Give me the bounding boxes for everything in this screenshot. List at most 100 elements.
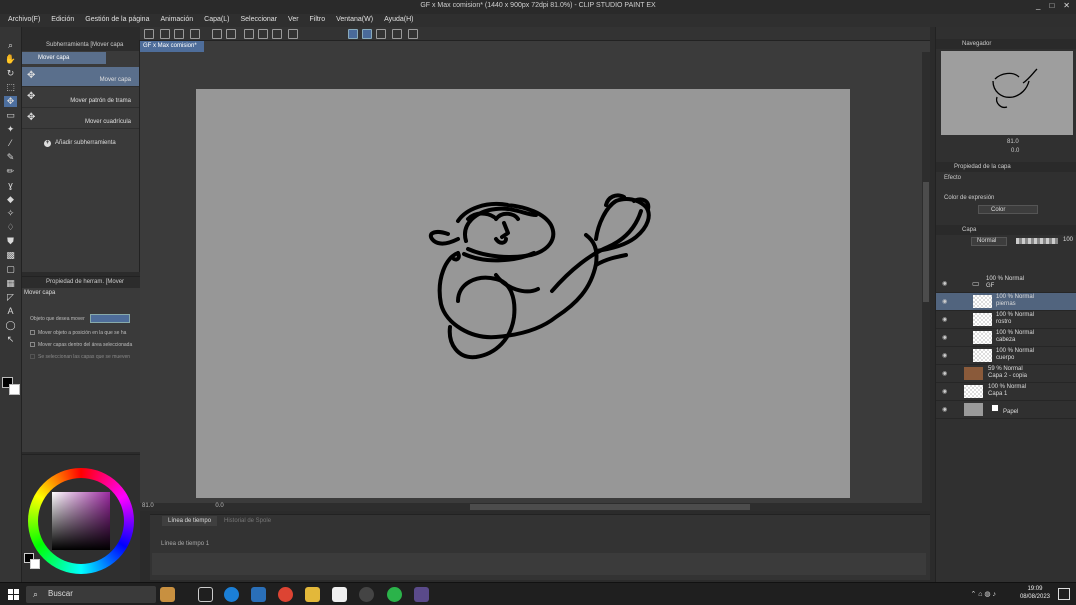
layer-row-paper[interactable]: ◉ Papel <box>936 401 1076 419</box>
navigator-preview[interactable] <box>941 51 1073 135</box>
ruler-tool-icon[interactable]: ◸ <box>4 292 17 303</box>
tab-timeline[interactable]: Línea de tiempo <box>162 516 218 526</box>
menu-archivo[interactable]: Archivo(F) <box>8 14 45 27</box>
save-icon[interactable] <box>174 29 184 39</box>
canvas-paper[interactable] <box>196 89 850 498</box>
tab-history[interactable]: Historial de Spole <box>224 518 271 524</box>
pencil-tool-icon[interactable]: ✏ <box>4 166 17 177</box>
layer-row[interactable]: ◉ 100 % Normal cabeza <box>936 329 1076 347</box>
navigator-angle-value[interactable]: 0.0 <box>1011 148 1019 154</box>
open-file-icon[interactable] <box>160 29 170 39</box>
edit-icon[interactable] <box>408 29 418 39</box>
menu-animacion[interactable]: Animación <box>160 14 198 27</box>
eye-icon[interactable]: ◉ <box>942 352 947 359</box>
menu-capa[interactable]: Capa(L) <box>204 14 234 27</box>
eye-icon[interactable]: ◉ <box>942 406 947 413</box>
eyedropper-tool-icon[interactable]: ⁄ <box>4 138 17 149</box>
edge-icon[interactable] <box>224 587 239 602</box>
checkbox[interactable] <box>30 342 35 348</box>
snap-special-ruler-icon[interactable] <box>362 29 372 39</box>
notification-icon[interactable] <box>1058 588 1070 600</box>
blend-mode-select[interactable]: Normal <box>971 237 1007 246</box>
close-button[interactable]: ✕ <box>1063 1 1070 10</box>
add-subtool-button[interactable]: + Añadir subherramienta <box>44 140 116 147</box>
redo-icon[interactable] <box>226 29 236 39</box>
snap-ruler-icon[interactable] <box>348 29 358 39</box>
scroll-thumb[interactable] <box>923 182 929 302</box>
menu-gestion-pagina[interactable]: Gestión de la página <box>85 14 154 27</box>
option-row[interactable]: Mover capas dentro del área seleccionada <box>30 342 132 348</box>
eye-icon[interactable]: ◉ <box>942 298 947 305</box>
steam-icon[interactable] <box>359 587 374 602</box>
eye-icon[interactable]: ◉ <box>942 280 947 287</box>
zoom-readout[interactable]: 81.0 <box>142 503 154 509</box>
option-row[interactable]: Mover objeto a posición en la que se ha <box>30 330 126 336</box>
layer-row[interactable]: ◉ 100 % Normal rostro <box>936 311 1076 329</box>
document-tab[interactable]: GF x Max comision* <box>140 41 204 52</box>
menu-filtro[interactable]: Filtro <box>310 14 331 27</box>
layer-panel-header[interactable]: Capa <box>936 225 1076 235</box>
fill-tool-icon[interactable]: ⛊ <box>4 236 17 247</box>
brush-tool-icon[interactable]: ɣ <box>4 180 17 191</box>
menu-seleccionar[interactable]: Seleccionar <box>240 14 282 27</box>
zoom-tool-icon[interactable]: ⌕ <box>4 40 17 51</box>
undo-icon[interactable] <box>212 29 222 39</box>
crop-icon[interactable] <box>288 29 298 39</box>
eye-icon[interactable]: ◉ <box>942 370 947 377</box>
eye-icon[interactable]: ◉ <box>942 388 947 395</box>
print-icon[interactable] <box>190 29 200 39</box>
transform-icon[interactable] <box>272 29 282 39</box>
snap-grid-icon[interactable] <box>376 29 386 39</box>
checkbox[interactable] <box>30 330 35 336</box>
figure-tool-icon[interactable]: ▢ <box>4 264 17 275</box>
new-file-icon[interactable] <box>144 29 154 39</box>
eraser-tool-icon[interactable]: ◆ <box>4 194 17 205</box>
layer-row[interactable]: ◉ 100 % Normal piernas <box>936 293 1076 311</box>
correct-line-tool-icon[interactable]: ↖ <box>4 334 17 345</box>
taskbar-search[interactable]: ⌕ Buscar <box>26 586 156 603</box>
horizontal-scroll-thumb[interactable] <box>470 504 750 510</box>
minimize-button[interactable]: _ <box>1036 1 1040 10</box>
menu-ventana[interactable]: Ventana(W) <box>336 14 378 27</box>
page-icon[interactable] <box>392 29 402 39</box>
windows-start-icon[interactable] <box>8 589 19 600</box>
navigator-header[interactable]: Navegador <box>936 39 1076 49</box>
move-layer-tool-icon[interactable]: ✥ <box>4 96 17 107</box>
color-sub-swatch[interactable] <box>30 559 40 569</box>
layer-property-header[interactable]: Propiedad de la capa <box>936 162 1076 172</box>
subtool-item-mover-cuadricula[interactable]: ✥ Mover cuadrícula <box>22 109 139 129</box>
maximize-button[interactable]: □ <box>1049 1 1054 10</box>
color-wheel[interactable] <box>28 468 134 574</box>
navigator-zoom-value[interactable]: 81.0 <box>1007 139 1019 145</box>
layer-row[interactable]: ◉ 100 % Normal Capa 1 <box>936 383 1076 401</box>
layer-row[interactable]: ◉ 100 % Normal cuerpo <box>936 347 1076 365</box>
store-icon[interactable] <box>251 587 266 602</box>
timeline-select[interactable]: Línea de tiempo 1 <box>156 541 228 550</box>
layer-row-folder[interactable]: ◉ ▭ 100 % Normal GF <box>936 275 1076 293</box>
subtool-item-mover-patron[interactable]: ✥ Mover patrón de trama <box>22 88 139 108</box>
fill-icon[interactable] <box>258 29 268 39</box>
menu-edicion[interactable]: Edición <box>51 14 79 27</box>
angle-readout[interactable]: 0.0 <box>215 503 223 509</box>
opacity-value[interactable]: 100 <box>1063 237 1073 243</box>
whatsapp-icon[interactable] <box>387 587 402 602</box>
balloon-tool-icon[interactable]: ◯ <box>4 320 17 331</box>
operation-tool-icon[interactable]: ⬚ <box>4 82 17 93</box>
menu-ayuda[interactable]: Ayuda(H) <box>384 14 418 27</box>
canvas-area[interactable]: GF x Max comision* 81.0 0.0 <box>140 41 930 511</box>
selection-tool-icon[interactable]: ▭ <box>4 110 17 121</box>
clip-studio-paint-icon[interactable] <box>414 587 429 602</box>
opacity-slider[interactable] <box>1016 238 1058 244</box>
taskbar-clock[interactable]: 19:09 08/08/2023 <box>1020 585 1050 601</box>
eye-icon[interactable]: ◉ <box>942 334 947 341</box>
saturation-value-square[interactable] <box>52 492 110 550</box>
clear-icon[interactable] <box>244 29 254 39</box>
eye-icon[interactable]: ◉ <box>942 316 947 323</box>
menu-ver[interactable]: Ver <box>288 14 304 27</box>
timeline-track[interactable] <box>152 553 926 575</box>
subtool-group-tab[interactable]: Mover capa <box>22 52 106 64</box>
rotate-tool-icon[interactable]: ↻ <box>4 68 17 79</box>
sub-color-swatch[interactable] <box>9 384 20 395</box>
gradient-tool-icon[interactable]: ▩ <box>4 250 17 261</box>
hand-tool-icon[interactable]: ✋ <box>4 54 17 65</box>
